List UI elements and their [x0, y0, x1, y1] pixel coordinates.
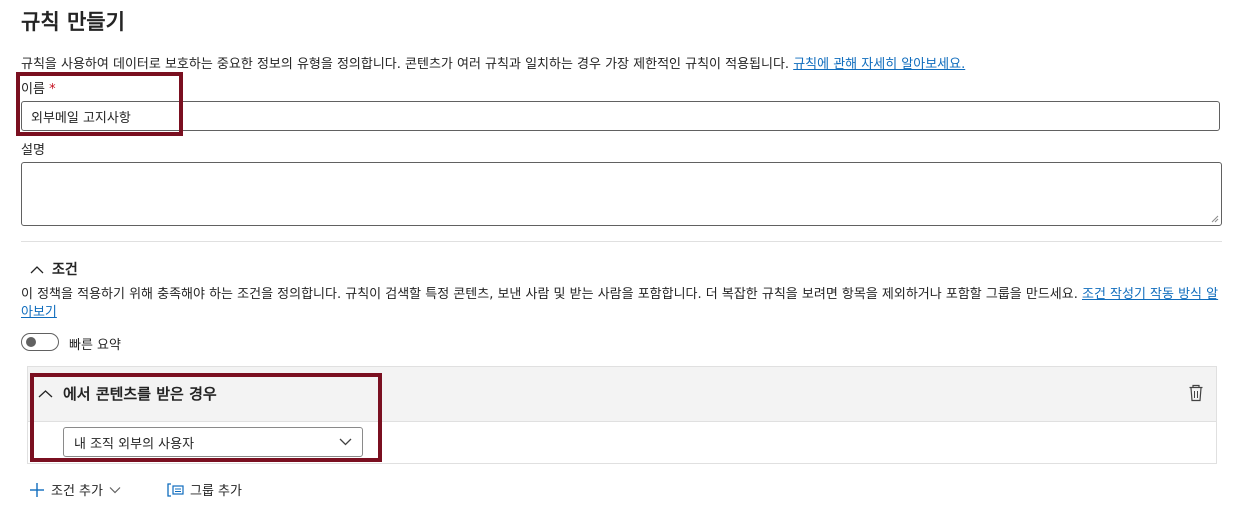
name-highlight-box	[16, 72, 183, 136]
description-field[interactable]	[21, 162, 1222, 226]
section-divider	[21, 241, 1222, 242]
add-condition-button[interactable]: 조건 추가	[29, 480, 121, 499]
conditions-section-header[interactable]: 조건	[30, 259, 78, 279]
page-description: 규칙을 사용하여 데이터로 보호하는 중요한 정보의 유형을 정의합니다. 콘텐…	[21, 53, 965, 72]
add-group-icon	[167, 482, 184, 497]
delete-icon[interactable]	[1188, 384, 1204, 402]
add-group-label: 그룹 추가	[190, 484, 242, 499]
toggle-knob	[26, 337, 36, 347]
conditions-description-text: 이 정책을 적용하기 위해 충족해야 하는 조건을 정의합니다. 규칙이 검색할…	[21, 287, 1082, 302]
description-label: 설명	[21, 143, 45, 158]
quick-summary-toggle[interactable]	[21, 333, 59, 351]
page-title: 규칙 만들기	[21, 10, 125, 34]
add-condition-label: 조건 추가	[51, 484, 103, 499]
resize-handle-icon[interactable]	[1211, 215, 1219, 223]
page-description-text: 규칙을 사용하여 데이터로 보호하는 중요한 정보의 유형을 정의합니다. 콘텐…	[21, 57, 794, 72]
add-group-button[interactable]: 그룹 추가	[166, 480, 242, 499]
name-field[interactable]: 외부메일 고지사항	[21, 101, 1220, 131]
conditions-description: 이 정책을 적용하기 위해 충족해야 하는 조건을 정의합니다. 규칙이 검색할…	[21, 286, 1221, 322]
quick-summary-label: 빠른 요약	[69, 338, 121, 353]
conditions-title: 조건	[52, 262, 78, 278]
chevron-down-icon	[109, 486, 121, 493]
condition-highlight-box	[30, 373, 382, 462]
add-icon	[30, 482, 44, 497]
learn-more-link[interactable]: 규칙에 관해 자세히 알아보세요.	[793, 57, 965, 72]
chevron-up-icon	[30, 265, 44, 273]
